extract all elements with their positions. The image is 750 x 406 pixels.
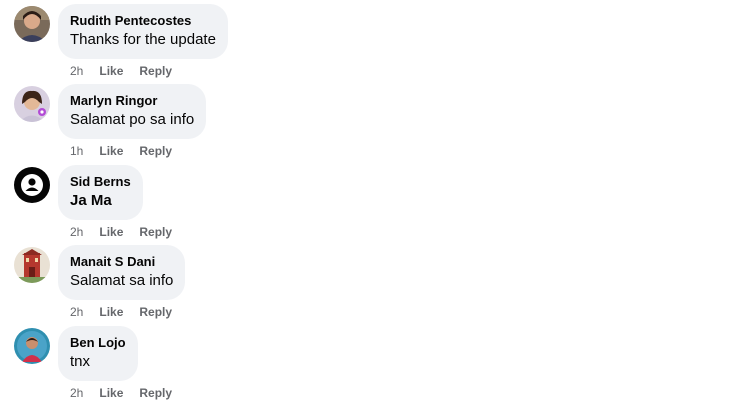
reply-button[interactable]: Reply	[139, 385, 172, 401]
comment-actions: 1h Like Reply	[58, 143, 206, 159]
avatar[interactable]	[14, 86, 50, 122]
like-button[interactable]: Like	[99, 304, 123, 320]
comment-text: Thanks for the update	[70, 31, 216, 48]
like-button[interactable]: Like	[99, 224, 123, 240]
comment: Marlyn Ringor Salamat po sa info 1h Like…	[14, 84, 207, 159]
comment-actions: 2h Like Reply	[58, 63, 228, 79]
comment-text: tnx	[70, 353, 91, 370]
comment-author[interactable]: Manait S Dani	[70, 253, 173, 270]
reply-button[interactable]: Reply	[139, 224, 172, 240]
comment-bubble: Sid Berns Ja Ma	[58, 165, 143, 220]
comment: Manait S Dani Salamat sa info 2h Like Re…	[14, 245, 188, 320]
avatar[interactable]	[14, 328, 50, 364]
avatar[interactable]	[14, 167, 50, 203]
comment-timestamp[interactable]: 2h	[70, 224, 83, 240]
comment-timestamp[interactable]: 1h	[70, 143, 83, 159]
comment-bubble: Marlyn Ringor Salamat po sa info	[58, 84, 207, 139]
comment-bubble: Rudith Pentecostes Thanks for the update	[58, 4, 228, 59]
reply-button[interactable]: Reply	[139, 304, 172, 320]
comment-author[interactable]: Ben Lojo	[70, 334, 126, 351]
comment: Rudith Pentecostes Thanks for the update…	[14, 4, 228, 79]
comment-timestamp[interactable]: 2h	[70, 63, 83, 79]
comment-actions: 2h Like Reply	[58, 385, 188, 401]
comment-bubble: Manait S Dani Salamat sa info	[58, 245, 186, 300]
reply-button[interactable]: Reply	[139, 143, 172, 159]
comment-bubble: Ben Lojo tnx	[58, 326, 138, 381]
like-button[interactable]: Like	[99, 143, 123, 159]
avatar[interactable]	[14, 247, 50, 283]
comment-text: Salamat sa info	[70, 272, 174, 289]
comment: Sid Berns Ja Ma 2h Like Reply	[14, 165, 188, 240]
like-button[interactable]: Like	[99, 63, 123, 79]
comment-text: Salamat po sa info	[70, 111, 195, 128]
like-button[interactable]: Like	[99, 385, 123, 401]
comment-timestamp[interactable]: 2h	[70, 385, 83, 401]
comment-author[interactable]: Marlyn Ringor	[70, 92, 194, 109]
reply-button[interactable]: Reply	[139, 63, 172, 79]
default-user-icon	[14, 167, 50, 203]
comment-actions: 2h Like Reply	[58, 304, 188, 320]
comment: Ben Lojo tnx 2h Like Reply	[14, 326, 188, 401]
comment-author[interactable]: Sid Berns	[70, 173, 131, 190]
avatar[interactable]	[14, 6, 50, 42]
comment-actions: 2h Like Reply	[58, 224, 188, 240]
comment-author[interactable]: Rudith Pentecostes	[70, 12, 216, 29]
comment-timestamp[interactable]: 2h	[70, 304, 83, 320]
comment-text: Ja Ma	[70, 192, 112, 209]
